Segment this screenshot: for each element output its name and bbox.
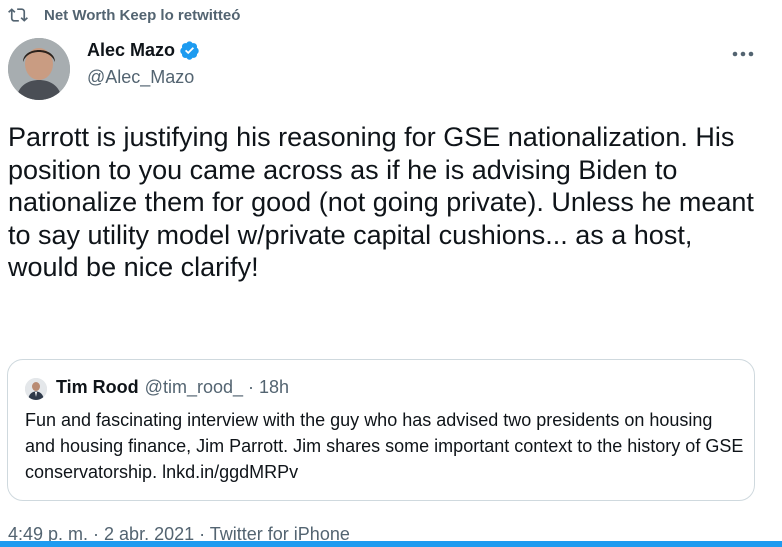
verified-badge-icon [179, 40, 200, 61]
quoted-tweet-text: Fun and fascinating interview with the g… [25, 407, 745, 485]
more-dots-icon [732, 44, 754, 62]
author-name[interactable]: Alec Mazo [87, 40, 175, 61]
author-avatar[interactable] [8, 38, 70, 100]
person-avatar-small [25, 378, 47, 400]
retweet-icon [8, 5, 28, 25]
retweet-context[interactable]: Net Worth Keep lo retwitteó [8, 4, 240, 26]
more-options-button[interactable] [726, 36, 760, 70]
quoted-author-avatar[interactable] [25, 378, 47, 400]
author-name-row[interactable]: Alec Mazo [87, 40, 200, 61]
quoted-tweet-header: Tim Rood @tim_rood_ · 18h [56, 377, 289, 398]
separator-dot: · [248, 377, 254, 397]
retweet-label[interactable]: Net Worth Keep lo retwitteó [44, 7, 240, 24]
quoted-tweet-link[interactable]: lnkd.in/ggdMRPv [162, 462, 298, 482]
tweet-text: Parrott is justifying his reasoning for … [8, 122, 762, 282]
quoted-tweet-card[interactable]: Tim Rood @tim_rood_ · 18h Fun and fascin… [7, 359, 755, 501]
quoted-tweet-time[interactable]: 18h [259, 377, 289, 398]
bottom-accent-bar [0, 541, 782, 547]
author-handle[interactable]: @Alec_Mazo [87, 67, 194, 88]
person-avatar [8, 38, 70, 100]
quoted-tweet-body: Fun and fascinating interview with the g… [25, 410, 744, 482]
quoted-author-name: Tim Rood [56, 377, 139, 397]
quoted-author-handle: @tim_rood_ [144, 377, 243, 397]
